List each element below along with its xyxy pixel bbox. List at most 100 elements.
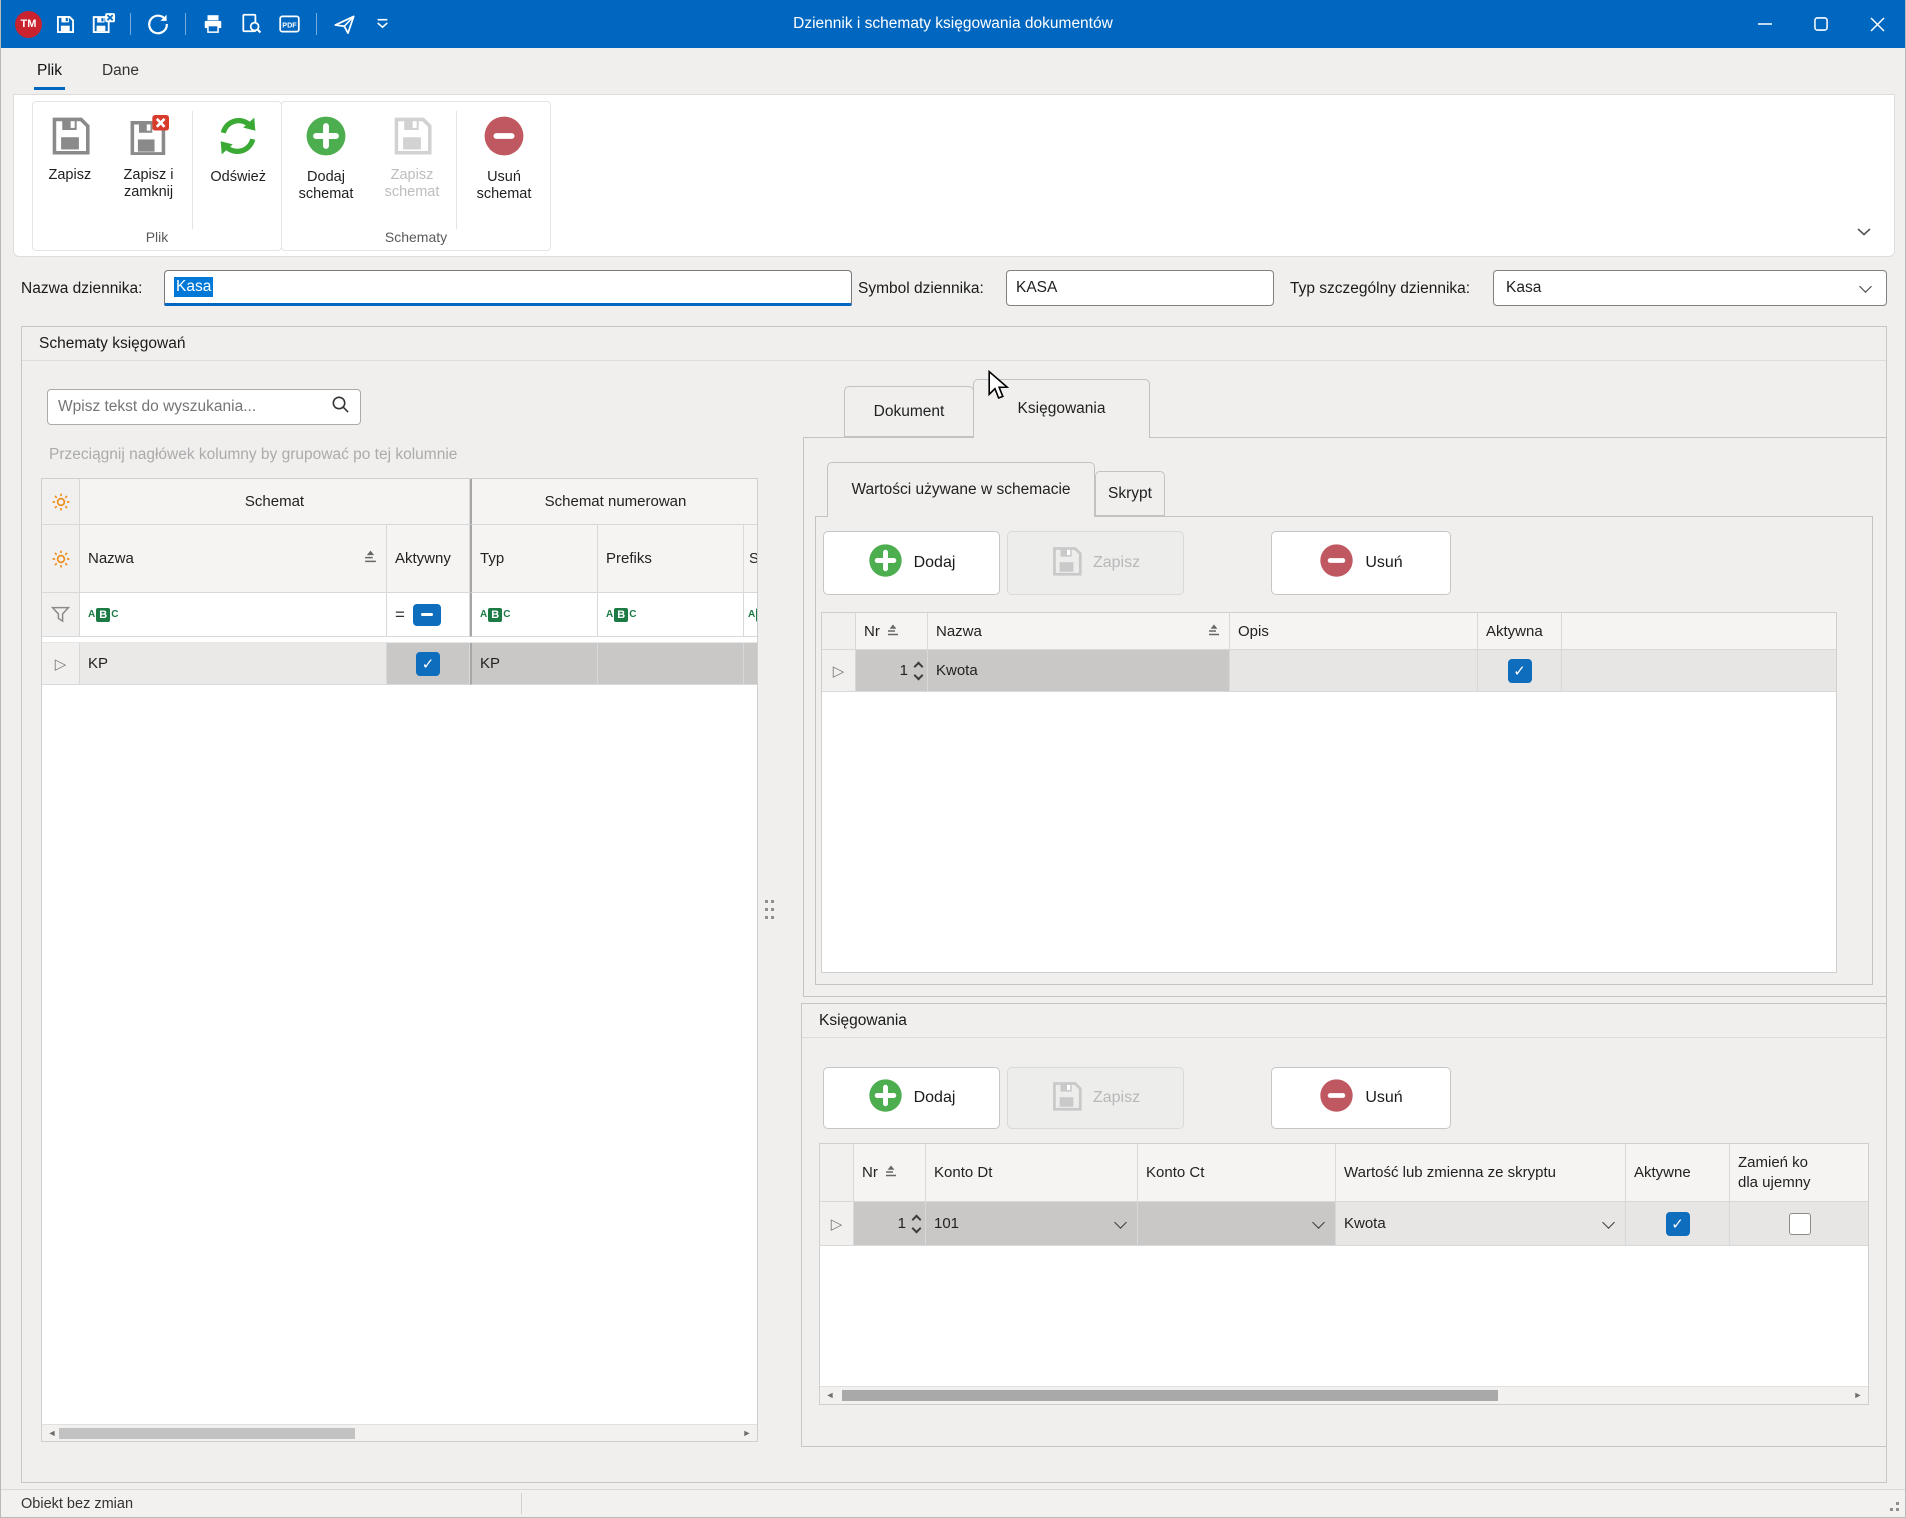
zapisz-schemat-button[interactable]: Zapisz schemat <box>370 111 454 201</box>
save-icon[interactable] <box>50 9 80 39</box>
schemat-row-kp[interactable]: ▷ KP ✓ KP <box>42 643 757 685</box>
postings-dodaj-button[interactable]: Dodaj <box>823 1067 1000 1129</box>
send-icon[interactable] <box>329 9 359 39</box>
checkbox-checked-icon[interactable]: ✓ <box>416 652 440 676</box>
checkbox-unchecked-icon[interactable] <box>1789 1213 1811 1235</box>
cell-aktywny[interactable]: ✓ <box>387 643 470 685</box>
zapisz-button[interactable]: Zapisz <box>33 111 107 184</box>
grid-options-icon[interactable] <box>42 479 80 525</box>
grid-options-icon[interactable] <box>42 525 80 593</box>
postings-usun-button[interactable]: Usuń <box>1271 1067 1451 1129</box>
filter-operator[interactable]: = <box>395 605 405 625</box>
filter-cell-nazwa[interactable]: ABC <box>80 593 387 637</box>
cell-nr[interactable]: 1 <box>854 1202 926 1246</box>
scroll-right-icon[interactable]: ► <box>1850 1387 1866 1403</box>
column-header-nr[interactable]: Nr <box>854 1144 926 1202</box>
dodaj-schemat-button[interactable]: Dodaj schemat <box>282 111 370 203</box>
scroll-left-icon[interactable]: ◄ <box>822 1387 838 1403</box>
row-expander[interactable]: ▷ <box>820 1202 854 1246</box>
filter-cell-prefiks[interactable]: ABC <box>598 593 744 637</box>
column-header-prefiks[interactable]: Prefiks <box>598 525 744 593</box>
checkbox-checked-icon[interactable]: ✓ <box>1666 1212 1690 1236</box>
export-pdf-icon[interactable]: PDF <box>274 9 304 39</box>
cell-nr[interactable]: 1 <box>856 650 928 692</box>
column-header-konto-dt[interactable]: Konto Dt <box>926 1144 1138 1202</box>
column-header-typ[interactable]: Typ <box>470 525 598 593</box>
values-zapisz-button[interactable]: Zapisz <box>1007 531 1184 595</box>
filter-cell-cut[interactable]: AB <box>744 593 758 637</box>
menu-tab-plik[interactable]: Plik <box>25 52 74 90</box>
row-expander[interactable]: ▷ <box>42 643 80 685</box>
cell-konto-dt-dropdown[interactable]: 101 <box>926 1202 1138 1246</box>
scrollbar-thumb[interactable] <box>842 1390 1498 1401</box>
close-button[interactable] <box>1849 0 1905 48</box>
spinner-icon[interactable] <box>915 663 922 679</box>
values-usun-button[interactable]: Usuń <box>1271 531 1451 595</box>
refresh-icon[interactable] <box>143 9 173 39</box>
app-logo: TM <box>15 11 42 38</box>
column-header-opis[interactable]: Opis <box>1230 613 1478 650</box>
scrollbar-thumb[interactable] <box>59 1428 355 1439</box>
scroll-right-icon[interactable]: ► <box>739 1425 755 1441</box>
column-header-cut[interactable]: S <box>744 525 758 593</box>
tab-skrypt[interactable]: Skrypt <box>1095 471 1165 516</box>
ribbon-collapse-icon[interactable] <box>1856 224 1872 242</box>
cell-nazwa[interactable]: Kwota <box>928 650 1230 692</box>
horizontal-scrollbar[interactable]: ◄ ► <box>820 1386 1868 1404</box>
cell-wartosc-dropdown[interactable]: Kwota <box>1336 1202 1626 1246</box>
cell-nazwa[interactable]: KP <box>80 643 387 685</box>
minimize-button[interactable] <box>1737 0 1793 48</box>
column-header-wartosc[interactable]: Wartość lub zmienna ze skryptu <box>1336 1144 1626 1202</box>
print-preview-icon[interactable] <box>236 9 266 39</box>
column-header-zamien-konta[interactable]: Zamień ko dla ujemny <box>1730 1144 1869 1202</box>
odswiez-button[interactable]: Odśwież <box>195 111 281 186</box>
print-icon[interactable] <box>198 9 228 39</box>
schemat-search-box[interactable] <box>47 389 361 425</box>
filter-row-icon[interactable] <box>42 593 80 637</box>
band-header-schemat-numerowania[interactable]: Schemat numerowan <box>470 479 758 525</box>
zapisz-i-zamknij-button[interactable]: Zapisz i zamknij <box>107 111 191 201</box>
column-header-aktywna[interactable]: Aktywna <box>1478 613 1562 650</box>
menu-tab-dane[interactable]: Dane <box>90 52 151 90</box>
cell-aktywna[interactable]: ✓ <box>1478 650 1562 692</box>
postings-grid: Nr Konto Dt Konto Ct Wartość lub zmienna… <box>819 1143 1869 1405</box>
typ-szczegolny-dropdown[interactable]: Kasa <box>1493 270 1887 306</box>
spinner-icon[interactable] <box>913 1216 920 1232</box>
column-header-aktywny[interactable]: Aktywny <box>387 525 470 593</box>
cell-cut[interactable] <box>744 643 758 685</box>
column-header-konto-ct[interactable]: Konto Ct <box>1138 1144 1336 1202</box>
values-row-kwota[interactable]: ▷ 1 Kwota ✓ <box>822 650 1836 692</box>
filter-cell-aktywny[interactable]: = <box>387 593 470 637</box>
nazwa-dziennika-input[interactable]: Kasa <box>164 270 852 306</box>
cell-prefiks[interactable] <box>598 643 744 685</box>
scroll-left-icon[interactable]: ◄ <box>44 1425 60 1441</box>
search-icon[interactable] <box>331 395 350 419</box>
column-header-nazwa[interactable]: Nazwa <box>80 525 387 593</box>
filter-cell-typ[interactable]: ABC <box>470 593 598 637</box>
column-header-nr[interactable]: Nr <box>856 613 928 650</box>
values-dodaj-button[interactable]: Dodaj <box>823 531 1000 595</box>
save-close-icon[interactable] <box>88 9 118 39</box>
usun-schemat-button[interactable]: Usuń schemat <box>459 111 549 203</box>
cell-opis[interactable] <box>1230 650 1478 692</box>
toolbar-overflow-icon[interactable] <box>367 9 397 39</box>
cell-aktywne[interactable]: ✓ <box>1626 1202 1730 1246</box>
cell-typ[interactable]: KP <box>470 643 598 685</box>
postings-zapisz-button[interactable]: Zapisz <box>1007 1067 1184 1129</box>
tab-dokument[interactable]: Dokument <box>844 386 974 437</box>
row-expander[interactable]: ▷ <box>822 650 856 692</box>
cell-zamien-konta[interactable] <box>1730 1202 1869 1246</box>
band-header-schemat[interactable]: Schemat <box>80 479 470 525</box>
horizontal-scrollbar[interactable]: ◄ ► <box>42 1424 757 1441</box>
symbol-dziennika-input[interactable]: KASA <box>1006 270 1274 306</box>
search-input[interactable] <box>58 398 331 416</box>
tab-wartosci-uzywane[interactable]: Wartości używane w schemacie <box>827 462 1095 517</box>
cell-konto-ct-dropdown[interactable] <box>1138 1202 1336 1246</box>
checkbox-checked-icon[interactable]: ✓ <box>1508 659 1532 683</box>
column-header-aktywne[interactable]: Aktywne <box>1626 1144 1730 1202</box>
column-header-nazwa[interactable]: Nazwa <box>928 613 1230 650</box>
maximize-button[interactable] <box>1793 0 1849 48</box>
checkbox-indeterminate-icon[interactable] <box>413 604 441 626</box>
postings-row-1[interactable]: ▷ 1 101 Kwota ✓ <box>820 1202 1868 1246</box>
tab-ksiegowania[interactable]: Księgowania <box>973 379 1150 438</box>
